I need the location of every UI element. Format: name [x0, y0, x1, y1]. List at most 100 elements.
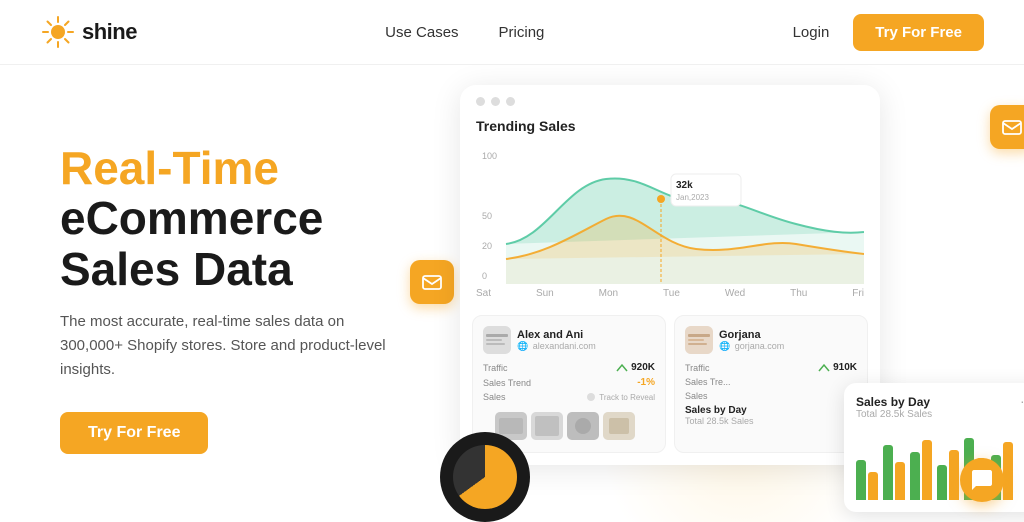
chart-area: 100 50 20 0 32k	[460, 144, 880, 284]
hero-description: The most accurate, real-time sales data …	[60, 310, 400, 382]
traffic-stat-alex: Traffic 920K	[483, 362, 655, 373]
day-fri: Fri	[852, 288, 864, 299]
header: shine Use Cases Pricing Login Try For Fr…	[0, 0, 1024, 65]
hero-cta-button[interactable]: Try For Free	[60, 412, 208, 454]
email-svg-left	[421, 271, 443, 293]
header-right: Login Try For Free	[793, 14, 984, 51]
bar-green-2	[883, 445, 893, 500]
hero-left: Real-Time eCommerce Sales Data The most …	[0, 65, 420, 522]
thumb-svg-2	[531, 412, 563, 440]
three-dots-icon[interactable]: ···	[1020, 393, 1024, 409]
hero-right: Trending Sales 100 50 20 0	[420, 65, 1024, 522]
traffic-value-alex: 920K	[631, 362, 655, 373]
hero-title-accent: Real-Time	[60, 142, 279, 194]
sales-stat-gorjana: Sales	[685, 391, 857, 401]
sales-by-day-sub-inline: Total 28.5k Sales	[685, 416, 857, 426]
store-thumb-alex	[483, 326, 511, 354]
dot-2	[491, 97, 500, 106]
sales-label-alex: Sales	[483, 392, 506, 402]
store-info-gorjana: Gorjana 🌐 gorjana.com	[719, 329, 784, 352]
store-url-alex: 🌐 alexandani.com	[517, 341, 596, 352]
sales-label-gorjana: Sales	[685, 391, 708, 401]
thumb-4	[603, 412, 635, 440]
store-name-alex: Alex and Ani	[517, 329, 596, 341]
store-url-icon-alex: 🌐	[517, 341, 528, 351]
trend-stat-alex: Sales Trend -1%	[483, 377, 655, 388]
svg-text:0: 0	[482, 271, 487, 281]
traffic-value-group-alex: 920K	[616, 362, 655, 373]
main-nav: Use Cases Pricing	[385, 24, 544, 41]
bar-group-2	[883, 445, 905, 500]
store-header-gorjana: Gorjana 🌐 gorjana.com	[685, 326, 857, 354]
store-thumb-gorjana	[685, 326, 713, 354]
thumb-svg-3	[567, 412, 599, 440]
hero-title: Real-Time eCommerce Sales Data	[60, 143, 420, 295]
thumb-strip-alex	[483, 406, 655, 442]
bar-green-4	[937, 465, 947, 500]
thumb-svg-4	[603, 412, 635, 440]
bar-orange-2	[895, 462, 905, 500]
svg-text:20: 20	[482, 241, 492, 251]
bar-green-1	[856, 460, 866, 500]
svg-text:50: 50	[482, 211, 492, 221]
logo: shine	[40, 14, 137, 50]
sales-reveal-alex[interactable]: Track to Reveal	[586, 392, 655, 402]
day-wed: Wed	[725, 288, 745, 299]
traffic-label-gorjana: Traffic	[685, 363, 710, 373]
sales-day-title: Sales by Day	[856, 395, 1024, 409]
traffic-value-gorjana: 910K	[833, 362, 857, 373]
chart-day-labels: Sat Sun Mon Tue Wed Thu Fri	[460, 284, 880, 307]
bar-orange-3	[922, 440, 932, 500]
hero-title-rest: eCommerce Sales Data	[60, 192, 323, 295]
store-url-icon-gorjana: 🌐	[719, 341, 730, 351]
store-header-alex: Alex and Ani 🌐 alexandani.com	[483, 326, 655, 354]
traffic-label-alex: Traffic	[483, 363, 508, 373]
logo-icon	[40, 14, 76, 50]
sales-by-day-label-inline: Sales by Day	[685, 405, 857, 416]
day-sun: Sun	[536, 288, 554, 299]
sales-stat-alex: Sales Track to Reveal	[483, 392, 655, 402]
dot-1	[476, 97, 485, 106]
nav-pricing[interactable]: Pricing	[499, 24, 545, 41]
traffic-value-group-gorjana: 910K	[818, 362, 857, 373]
day-sat: Sat	[476, 288, 491, 299]
thumb-3	[567, 412, 599, 440]
day-mon: Mon	[599, 288, 618, 299]
trend-arrow-alex	[616, 363, 628, 373]
trend-arrow-gorjana	[818, 363, 830, 373]
login-button[interactable]: Login	[793, 24, 830, 41]
bar-orange-1	[868, 472, 878, 500]
bar-group-1	[856, 460, 878, 500]
trend-value-alex: -1%	[637, 377, 655, 388]
store-cards: Alex and Ani 🌐 alexandani.com Traffic 92…	[460, 307, 880, 465]
dark-circle	[440, 432, 530, 522]
shield-icon-alex	[586, 392, 596, 402]
store-info-alex: Alex and Ani 🌐 alexandani.com	[517, 329, 596, 352]
try-for-free-button[interactable]: Try For Free	[853, 14, 984, 51]
logo-text: shine	[82, 19, 137, 45]
trending-sales-chart: 100 50 20 0 32k	[476, 144, 864, 284]
day-thu: Thu	[790, 288, 807, 299]
store-name-gorjana: Gorjana	[719, 329, 784, 341]
chat-bubble[interactable]	[960, 458, 1004, 502]
bar-orange-6	[1003, 442, 1013, 500]
dot-3	[506, 97, 515, 106]
email-icon-top	[990, 105, 1024, 149]
svg-text:32k: 32k	[676, 180, 693, 191]
svg-text:100: 100	[482, 151, 497, 161]
sales-day-sub: Total 28.5k Sales	[856, 409, 1024, 420]
main-content: Real-Time eCommerce Sales Data The most …	[0, 65, 1024, 522]
bar-orange-4	[949, 450, 959, 500]
store-card-alex: Alex and Ani 🌐 alexandani.com Traffic 92…	[472, 315, 666, 453]
day-tue: Tue	[663, 288, 680, 299]
svg-text:Jan,2023: Jan,2023	[676, 193, 709, 202]
card-dots	[460, 85, 880, 118]
thumb-2	[531, 412, 563, 440]
bar-group-3	[910, 440, 932, 500]
chart-title: Trending Sales	[460, 118, 880, 144]
nav-use-cases[interactable]: Use Cases	[385, 24, 458, 41]
dashboard-card: Trending Sales 100 50 20 0	[460, 85, 880, 465]
bar-green-3	[910, 452, 920, 500]
pie-arc	[453, 445, 517, 509]
trend-label-gorjana: Sales Tre...	[685, 377, 731, 387]
